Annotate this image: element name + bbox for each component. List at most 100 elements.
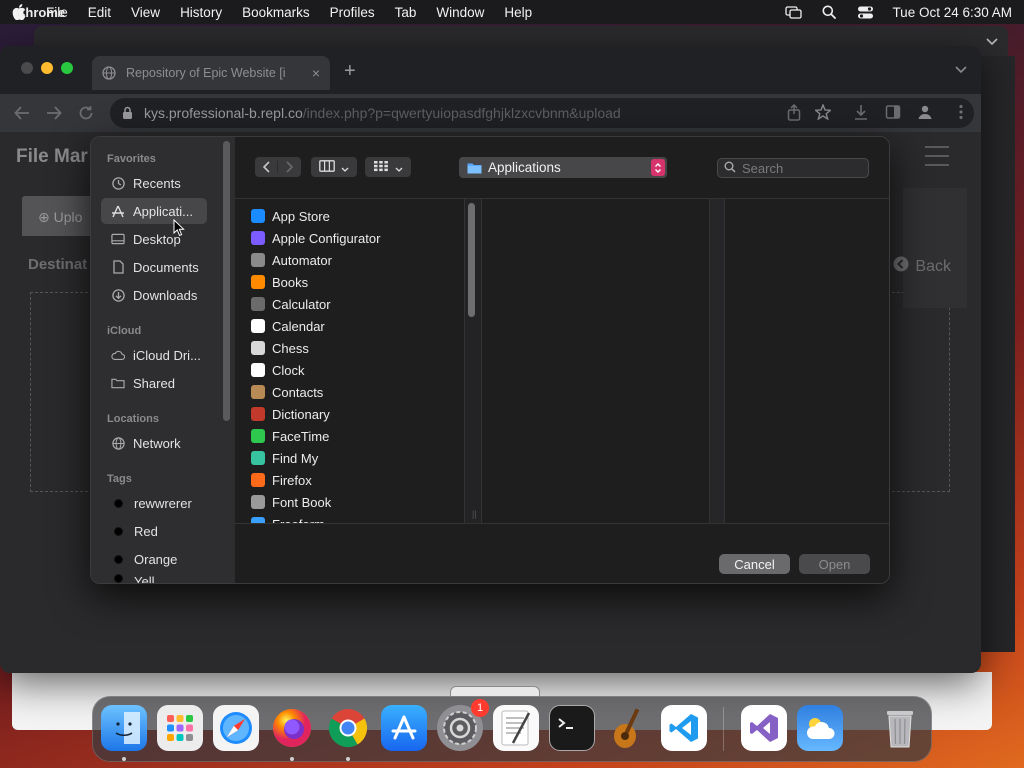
app-list-item[interactable]: Apple Configurator bbox=[251, 227, 380, 249]
sidebar-item-recents[interactable]: Recents bbox=[101, 170, 207, 196]
app-list-item[interactable]: Calendar bbox=[251, 315, 325, 337]
app-list-item[interactable]: Contacts bbox=[251, 381, 323, 403]
new-tab-button[interactable]: + bbox=[344, 60, 356, 83]
more-menu-icon[interactable] bbox=[959, 104, 963, 123]
reload-icon[interactable] bbox=[76, 103, 96, 123]
app-list-item[interactable]: Automator bbox=[251, 249, 332, 271]
bookmark-star-icon[interactable] bbox=[813, 103, 833, 123]
applications-column: App Store Apple Configurator Automator Book… bbox=[235, 199, 464, 523]
location-popup-button[interactable]: Applications bbox=[459, 157, 667, 178]
background-window-edge bbox=[975, 56, 1015, 652]
app-list-item[interactable]: App Store bbox=[251, 205, 330, 227]
running-indicator bbox=[122, 757, 126, 761]
sidebar-item-network[interactable]: Network bbox=[101, 430, 207, 456]
app-list-item[interactable]: Dictionary bbox=[251, 403, 330, 425]
launchpad-icon[interactable] bbox=[157, 705, 203, 751]
app-store-icon[interactable] bbox=[381, 705, 427, 751]
back-link[interactable]: Back bbox=[893, 256, 951, 277]
view-mode-button[interactable] bbox=[311, 157, 357, 177]
url-host: kys.professional-b.repl.co bbox=[144, 105, 303, 121]
tab-search-chevron-icon[interactable] bbox=[955, 62, 967, 77]
app-list-item[interactable]: Firefox bbox=[251, 469, 312, 491]
app-list-item[interactable]: Clock bbox=[251, 359, 305, 381]
safari-icon[interactable] bbox=[213, 705, 259, 751]
chevron-down-icon bbox=[341, 160, 349, 175]
trash-icon[interactable] bbox=[877, 705, 923, 751]
app-list-item[interactable]: Chess bbox=[251, 337, 309, 359]
sidebar-item-documents[interactable]: Documents bbox=[101, 254, 207, 280]
search-input[interactable] bbox=[742, 160, 862, 176]
menu-view[interactable]: View bbox=[131, 5, 160, 20]
app-icon bbox=[251, 209, 265, 223]
menu-help[interactable]: Help bbox=[504, 5, 532, 20]
back-arrow-icon[interactable] bbox=[12, 103, 32, 123]
menu-profiles[interactable]: Profiles bbox=[330, 5, 375, 20]
firefox-icon[interactable] bbox=[269, 705, 315, 751]
zoom-window-button[interactable] bbox=[61, 62, 73, 74]
side-panel-icon[interactable] bbox=[885, 104, 901, 123]
globe-icon bbox=[102, 66, 116, 80]
app-list-item[interactable]: Freeform bbox=[251, 513, 325, 523]
app-list-item[interactable]: Calculator bbox=[251, 293, 331, 315]
app-list-item[interactable]: Books bbox=[251, 271, 308, 293]
screen-mirroring-icon[interactable] bbox=[784, 5, 802, 19]
sidebar-item-desktop[interactable]: Desktop bbox=[101, 226, 207, 252]
sidebar-item-icloud-drive[interactable]: iCloud Dri... bbox=[101, 342, 207, 368]
forward-arrow-icon[interactable] bbox=[44, 103, 64, 123]
sidebar-item-applications[interactable]: Applicati... bbox=[101, 198, 207, 224]
close-tab-icon[interactable]: × bbox=[312, 65, 320, 81]
sidebar-tag-yellow[interactable]: Yell bbox=[101, 574, 207, 583]
open-button[interactable]: Open bbox=[799, 554, 870, 574]
toolbar-right-icons bbox=[781, 94, 981, 132]
weather-icon[interactable] bbox=[797, 705, 843, 751]
menu-bookmarks[interactable]: Bookmarks bbox=[242, 5, 310, 20]
vscode-icon[interactable] bbox=[661, 705, 707, 751]
menu-tab[interactable]: Tab bbox=[395, 5, 417, 20]
spotlight-search-icon[interactable] bbox=[820, 5, 838, 19]
browser-tab[interactable]: Repository of Epic Website [i × bbox=[92, 56, 330, 90]
menubar-clock[interactable]: Tue Oct 24 6:30 AM bbox=[892, 5, 1012, 20]
terminal-icon[interactable] bbox=[549, 705, 595, 751]
lock-icon[interactable] bbox=[122, 106, 134, 120]
sidebar-tag-red[interactable]: Red bbox=[101, 518, 207, 544]
sidebar-tag-rewwrerer[interactable]: rewwrerer bbox=[101, 490, 207, 516]
sidebar-item-downloads[interactable]: Downloads bbox=[101, 282, 207, 308]
control-center-icon[interactable] bbox=[856, 5, 874, 19]
hamburger-menu-icon[interactable] bbox=[925, 146, 949, 173]
app-list-item[interactable]: Font Book bbox=[251, 491, 331, 513]
dialog-toolbar: Applications bbox=[235, 137, 889, 199]
close-window-button[interactable] bbox=[21, 62, 33, 74]
app-list-item[interactable]: FaceTime bbox=[251, 425, 329, 447]
app-name: Calculator bbox=[272, 296, 331, 312]
sidebar-item-label: Shared bbox=[133, 375, 175, 391]
menu-window[interactable]: Window bbox=[436, 5, 484, 20]
sidebar-item-label: Network bbox=[133, 435, 181, 451]
sidebar-tag-orange[interactable]: Orange bbox=[101, 546, 207, 572]
app-list-item[interactable]: Find My bbox=[251, 447, 318, 469]
visual-studio-icon[interactable] bbox=[741, 705, 787, 751]
finder-icon[interactable] bbox=[101, 705, 147, 751]
menu-app-chrome[interactable]: Chrome bbox=[16, 1, 65, 23]
back-chevron-icon[interactable] bbox=[255, 161, 278, 173]
tag-dot bbox=[114, 554, 123, 564]
profile-avatar-icon[interactable] bbox=[917, 104, 933, 123]
sidebar-scrollbar[interactable] bbox=[223, 141, 230, 421]
cancel-button[interactable]: Cancel bbox=[719, 554, 790, 574]
menu-edit[interactable]: Edit bbox=[88, 5, 111, 20]
chrome-icon[interactable] bbox=[325, 705, 371, 751]
app-list-scrollbar[interactable] bbox=[468, 203, 475, 317]
menu-history[interactable]: History bbox=[180, 5, 222, 20]
group-by-button[interactable] bbox=[365, 157, 411, 177]
icloud-header: iCloud bbox=[107, 325, 142, 337]
garageband-icon[interactable] bbox=[605, 705, 651, 751]
download-icon[interactable] bbox=[853, 104, 869, 123]
column-divider[interactable] bbox=[709, 199, 725, 523]
dialog-search-field[interactable] bbox=[717, 158, 869, 178]
forward-chevron-icon[interactable] bbox=[278, 161, 301, 173]
share-icon[interactable] bbox=[787, 103, 801, 124]
system-settings-icon[interactable]: 1 bbox=[437, 699, 489, 751]
sidebar-item-shared[interactable]: Shared bbox=[101, 370, 207, 396]
textedit-icon[interactable] bbox=[493, 705, 539, 751]
minimize-window-button[interactable] bbox=[41, 62, 53, 74]
sidebar-item-label: Documents bbox=[133, 259, 199, 275]
